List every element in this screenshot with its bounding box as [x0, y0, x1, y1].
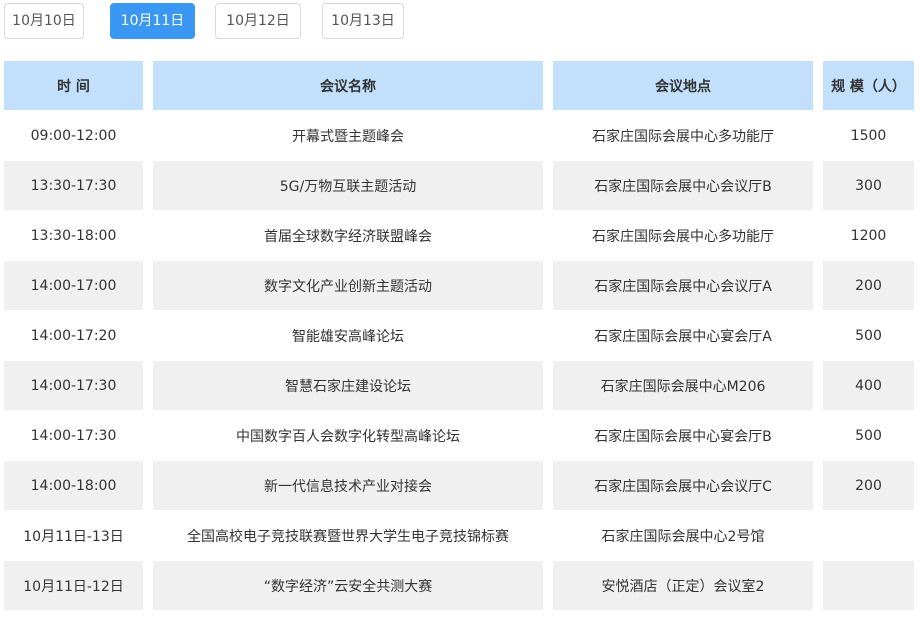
time-cell: 10月11日-13日	[4, 511, 143, 560]
meeting-name-cell: 全国高校电子竞技联赛暨世界大学生电子竞技锦标赛	[153, 511, 543, 560]
meeting-name-cell: “数字经济”云安全共测大赛	[153, 561, 543, 610]
venue-cell: 石家庄国际会展中心宴会厅B	[553, 411, 813, 460]
time-cell: 13:30-18:00	[4, 211, 143, 260]
meeting-name-cell: 中国数字百人会数字化转型高峰论坛	[153, 411, 543, 460]
venue-cell: 安悦酒店（正定）会议室2	[553, 561, 813, 610]
date-tab-0[interactable]: 10月10日	[4, 3, 84, 39]
header-time: 时 间	[4, 61, 143, 110]
venue-cell: 石家庄国际会展中心会议厅B	[553, 161, 813, 210]
venue-cell: 石家庄国际会展中心M206	[553, 361, 813, 410]
meeting-name-cell: 新一代信息技术产业对接会	[153, 461, 543, 510]
venue-cell: 石家庄国际会展中心会议厅A	[553, 261, 813, 310]
time-cell: 09:00-12:00	[4, 111, 143, 160]
venue-cell: 石家庄国际会展中心2号馆	[553, 511, 813, 560]
scale-cell	[823, 561, 914, 610]
venue-cell: 石家庄国际会展中心会议厅C	[553, 461, 813, 510]
meeting-name-cell: 智能雄安高峰论坛	[153, 311, 543, 360]
meeting-name-cell: 智慧石家庄建设论坛	[153, 361, 543, 410]
header-meeting-name: 会议名称	[153, 61, 543, 110]
scale-cell: 1500	[823, 111, 914, 160]
meeting-name-cell: 首届全球数字经济联盟峰会	[153, 211, 543, 260]
meeting-name-cell: 5G/万物互联主题活动	[153, 161, 543, 210]
meeting-name-cell: 数字文化产业创新主题活动	[153, 261, 543, 310]
date-tab-3[interactable]: 10月13日	[322, 3, 404, 39]
scale-cell: 300	[823, 161, 914, 210]
venue-cell: 石家庄国际会展中心多功能厅	[553, 211, 813, 260]
header-venue: 会议地点	[553, 61, 813, 110]
venue-cell: 石家庄国际会展中心多功能厅	[553, 111, 813, 160]
scale-cell: 200	[823, 261, 914, 310]
time-cell: 14:00-17:30	[4, 361, 143, 410]
time-cell: 14:00-18:00	[4, 461, 143, 510]
time-cell: 13:30-17:30	[4, 161, 143, 210]
meeting-name-cell: 开幕式暨主题峰会	[153, 111, 543, 160]
time-cell: 14:00-17:30	[4, 411, 143, 460]
scale-cell: 500	[823, 311, 914, 360]
scale-cell: 400	[823, 361, 914, 410]
scale-cell: 1200	[823, 211, 914, 260]
date-tab-1[interactable]: 10月11日	[110, 3, 195, 39]
header-scale: 规 模（人）	[823, 61, 914, 110]
scale-cell: 500	[823, 411, 914, 460]
time-cell: 14:00-17:20	[4, 311, 143, 360]
time-cell: 10月11日-12日	[4, 561, 143, 610]
scale-cell: 200	[823, 461, 914, 510]
scale-cell	[823, 511, 914, 560]
venue-cell: 石家庄国际会展中心宴会厅A	[553, 311, 813, 360]
date-tab-2[interactable]: 10月12日	[215, 3, 301, 39]
time-cell: 14:00-17:00	[4, 261, 143, 310]
